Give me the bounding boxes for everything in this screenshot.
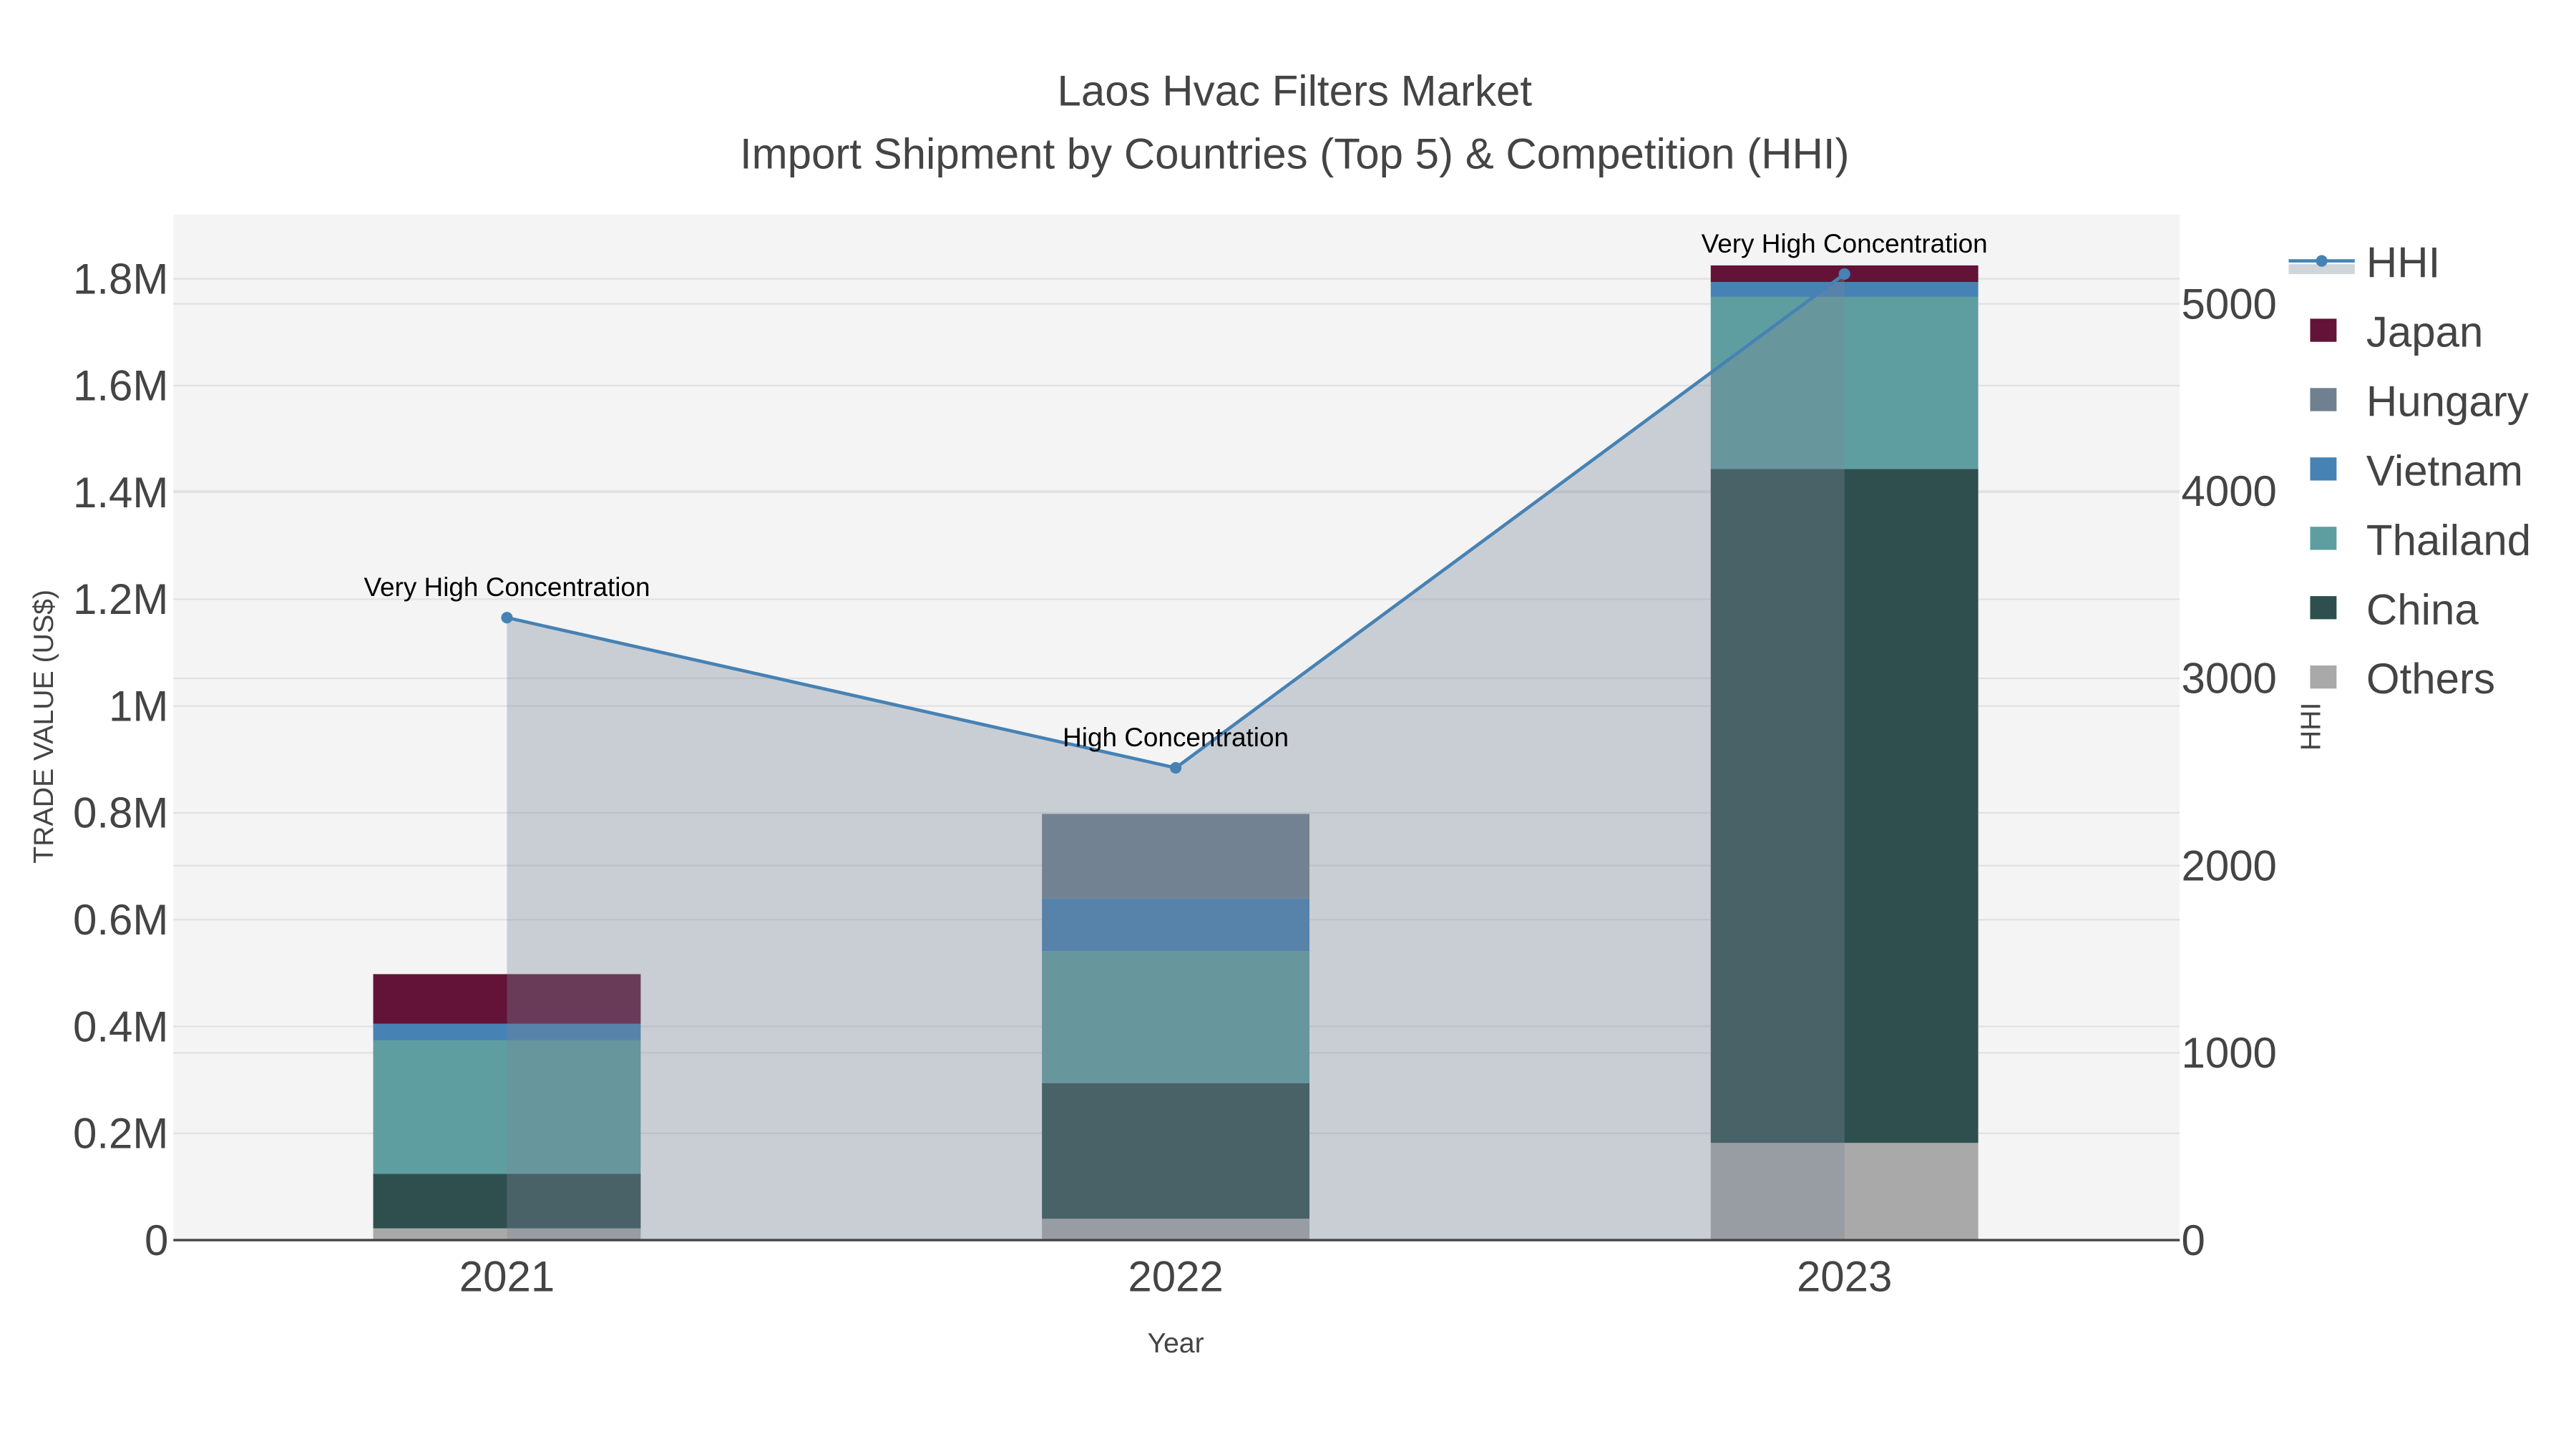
y-tick-label: 1.6M — [73, 362, 168, 410]
legend-swatch-thailand — [2310, 527, 2337, 550]
y2-tick-label: 2000 — [2181, 841, 2276, 889]
y2-tick-label: 4000 — [2181, 467, 2276, 515]
y2-tick-label: 1000 — [2181, 1029, 2276, 1077]
y2-axis-title: HHI — [2295, 703, 2326, 751]
hhi-annotation: High Concentration — [1063, 723, 1289, 752]
legend-item-china[interactable]: China — [2366, 585, 2479, 633]
hhi-point-2022[interactable] — [1170, 761, 1182, 774]
chart-title: Laos Hvac Filters Market — [1057, 67, 1532, 115]
y-tick-label: 1.2M — [73, 575, 168, 623]
y-tick-label: 1.4M — [73, 469, 168, 517]
legend-swatch-hungary — [2310, 388, 2337, 411]
y-axis-title: TRADE VALUE (US$) — [28, 590, 59, 864]
y-tick-label: 0.4M — [73, 1002, 168, 1050]
x-tick-label: 2023 — [1797, 1253, 1892, 1301]
legend-item-hhi[interactable]: HHI — [2366, 239, 2440, 287]
y2-tick-label: 0 — [2181, 1216, 2205, 1264]
hhi-annotation: Very High Concentration — [1702, 229, 1988, 258]
legend-item-hungary[interactable]: Hungary — [2366, 378, 2529, 426]
legend-swatch-japan — [2310, 318, 2337, 342]
y2-tick-label: 3000 — [2181, 655, 2276, 703]
x-axis-title: Year — [1147, 1327, 1204, 1359]
y2-tick-label: 5000 — [2181, 280, 2276, 328]
hhi-annotation: Very High Concentration — [364, 572, 650, 602]
legend-item-vietnam[interactable]: Vietnam — [2366, 447, 2523, 494]
legend-item-thailand[interactable]: Thailand — [2366, 516, 2531, 564]
y-tick-label: 0.8M — [73, 789, 168, 837]
chart-subtitle: Import Shipment by Countries (Top 5) & C… — [740, 130, 1850, 177]
chart: Very High Concentration High Concentratio… — [0, 0, 2576, 1449]
legend-swatch-others — [2310, 665, 2337, 689]
legend-item-others[interactable]: Others — [2366, 655, 2495, 703]
legend-item-japan[interactable]: Japan — [2366, 308, 2483, 356]
hhi-point-2023[interactable] — [1838, 268, 1850, 280]
y-tick-label: 0.2M — [73, 1110, 168, 1158]
y-tick-label: 0 — [145, 1216, 168, 1264]
legend-swatch-china — [2310, 596, 2337, 620]
x-tick-label: 2021 — [459, 1253, 555, 1301]
hhi-point-2021[interactable] — [501, 612, 513, 624]
y-tick-label: 1M — [109, 682, 168, 730]
x-tick-label: 2022 — [1128, 1253, 1223, 1301]
y-tick-label: 1.8M — [73, 255, 168, 303]
y-tick-label: 0.6M — [73, 896, 168, 944]
legend-swatch-vietnam — [2310, 457, 2337, 481]
